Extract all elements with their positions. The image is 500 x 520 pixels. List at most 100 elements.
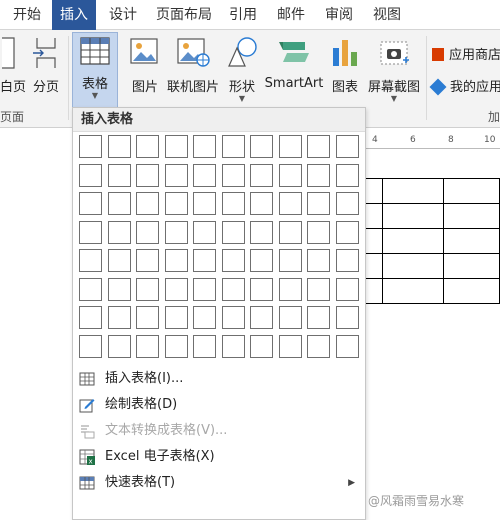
- table-cell[interactable]: [381, 203, 444, 229]
- table-cell[interactable]: [442, 203, 500, 229]
- smartart-button[interactable]: SmartArt: [264, 36, 324, 106]
- table-cell[interactable]: [381, 178, 444, 204]
- table-grid-cell[interactable]: [278, 163, 302, 187]
- table-grid-cell[interactable]: [193, 135, 216, 158]
- table-grid-cell[interactable]: [79, 306, 102, 329]
- table-grid-cell[interactable]: [335, 334, 359, 358]
- table-size-grid[interactable]: [79, 135, 363, 363]
- table-grid-cell[interactable]: [193, 249, 216, 272]
- table-grid-cell[interactable]: [136, 192, 159, 215]
- table-grid-cell[interactable]: [335, 249, 359, 272]
- blank-page-button[interactable]: 白页: [0, 36, 26, 106]
- table-grid-cell[interactable]: [278, 192, 302, 215]
- tab-references[interactable]: 引用: [222, 0, 264, 30]
- table-grid-cell[interactable]: [79, 277, 102, 301]
- table-grid-cell[interactable]: [164, 277, 188, 301]
- table-grid-cell[interactable]: [164, 220, 188, 244]
- menu-item-text-to-table[interactable]: 文本转换成表格(V)...: [73, 418, 365, 444]
- table-grid-cell[interactable]: [136, 306, 159, 329]
- table-grid-cell[interactable]: [278, 220, 302, 244]
- menu-item-quick-tables[interactable]: 快速表格(T) ▶: [73, 470, 365, 496]
- table-cell[interactable]: [442, 278, 500, 304]
- table-grid-cell[interactable]: [307, 163, 330, 187]
- table-grid-cell[interactable]: [107, 220, 131, 244]
- table-grid-cell[interactable]: [278, 135, 302, 158]
- table-grid-cell[interactable]: [193, 306, 216, 329]
- table-cell[interactable]: [381, 278, 444, 304]
- table-grid-cell[interactable]: [107, 163, 131, 187]
- table-grid-cell[interactable]: [307, 135, 330, 158]
- table-cell[interactable]: [381, 228, 444, 254]
- table-grid-cell[interactable]: [278, 306, 302, 329]
- table-grid-cell[interactable]: [79, 192, 102, 215]
- tab-home[interactable]: 开始: [6, 0, 48, 30]
- table-grid-cell[interactable]: [307, 220, 330, 244]
- table-grid-cell[interactable]: [250, 220, 273, 244]
- table-grid-cell[interactable]: [193, 220, 216, 244]
- picture-button[interactable]: 图片: [126, 36, 164, 106]
- table-cell[interactable]: [442, 228, 500, 254]
- table-cell[interactable]: [442, 178, 500, 204]
- menu-item-insert-table[interactable]: 插入表格(I)...: [73, 366, 365, 392]
- tab-insert[interactable]: 插入: [52, 0, 96, 30]
- table-grid-cell[interactable]: [107, 135, 131, 158]
- table-grid-cell[interactable]: [250, 277, 273, 301]
- table-grid-cell[interactable]: [278, 249, 302, 272]
- table-grid-cell[interactable]: [250, 192, 273, 215]
- table-grid-cell[interactable]: [335, 220, 359, 244]
- table-grid-cell[interactable]: [79, 220, 102, 244]
- table-grid-cell[interactable]: [107, 277, 131, 301]
- table-grid-cell[interactable]: [278, 277, 302, 301]
- table-grid-cell[interactable]: [335, 135, 359, 158]
- table-grid-cell[interactable]: [79, 249, 102, 272]
- table-grid-cell[interactable]: [164, 249, 188, 272]
- table-grid-cell[interactable]: [250, 163, 273, 187]
- table-grid-cell[interactable]: [79, 135, 102, 158]
- table-grid-cell[interactable]: [335, 192, 359, 215]
- table-grid-cell[interactable]: [79, 163, 102, 187]
- table-grid-cell[interactable]: [136, 334, 159, 358]
- tab-page-layout[interactable]: 页面布局: [150, 0, 218, 30]
- table-grid-cell[interactable]: [335, 306, 359, 329]
- table-grid-cell[interactable]: [107, 334, 131, 358]
- document-table[interactable]: [362, 178, 500, 304]
- tab-mailings[interactable]: 邮件: [270, 0, 312, 30]
- table-grid-cell[interactable]: [164, 163, 188, 187]
- table-cell[interactable]: [442, 253, 500, 279]
- table-grid-cell[interactable]: [107, 192, 131, 215]
- table-grid-cell[interactable]: [79, 334, 102, 358]
- table-grid-cell[interactable]: [221, 306, 245, 329]
- menu-item-draw-table[interactable]: 绘制表格(D): [73, 392, 365, 418]
- table-grid-cell[interactable]: [107, 306, 131, 329]
- page-break-button[interactable]: 分页: [30, 36, 62, 106]
- table-grid-cell[interactable]: [193, 192, 216, 215]
- table-grid-cell[interactable]: [307, 249, 330, 272]
- table-grid-cell[interactable]: [193, 277, 216, 301]
- table-grid-cell[interactable]: [250, 135, 273, 158]
- table-grid-cell[interactable]: [221, 163, 245, 187]
- table-grid-cell[interactable]: [136, 163, 159, 187]
- table-grid-cell[interactable]: [307, 277, 330, 301]
- app-store-button[interactable]: 应用商店: [432, 44, 500, 63]
- table-grid-cell[interactable]: [107, 249, 131, 272]
- table-grid-cell[interactable]: [307, 306, 330, 329]
- table-grid-cell[interactable]: [250, 306, 273, 329]
- table-grid-cell[interactable]: [307, 192, 330, 215]
- table-grid-cell[interactable]: [136, 135, 159, 158]
- tab-design[interactable]: 设计: [102, 0, 144, 30]
- table-grid-cell[interactable]: [221, 220, 245, 244]
- chart-button[interactable]: 图表: [328, 36, 362, 106]
- table-grid-cell[interactable]: [250, 334, 273, 358]
- table-grid-cell[interactable]: [221, 249, 245, 272]
- table-grid-cell[interactable]: [221, 334, 245, 358]
- table-grid-cell[interactable]: [278, 334, 302, 358]
- table-grid-cell[interactable]: [136, 220, 159, 244]
- table-grid-cell[interactable]: [164, 192, 188, 215]
- my-apps-button[interactable]: 我的应用: [429, 76, 500, 96]
- menu-item-excel-spreadsheet[interactable]: x Excel 电子表格(X): [73, 444, 365, 470]
- table-grid-cell[interactable]: [164, 306, 188, 329]
- table-grid-cell[interactable]: [164, 334, 188, 358]
- table-grid-cell[interactable]: [307, 334, 330, 358]
- table-grid-cell[interactable]: [250, 249, 273, 272]
- table-button[interactable]: 表格 ▼: [72, 32, 118, 109]
